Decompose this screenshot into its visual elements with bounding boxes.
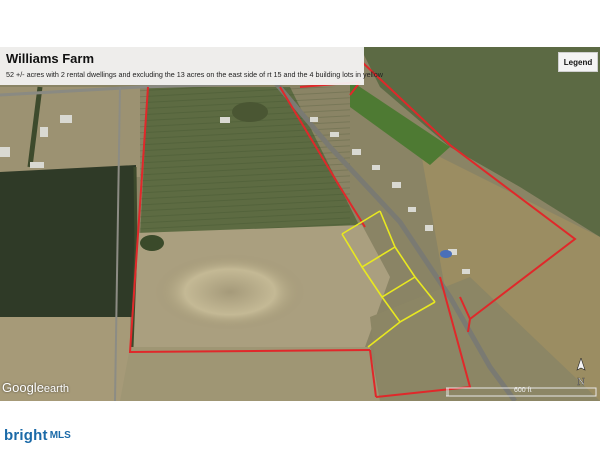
bright-logo-text: bright — [4, 427, 48, 444]
north-label: N — [577, 376, 585, 388]
satellite-map[interactable] — [0, 47, 600, 401]
bright-mls-logo: bright MLS — [4, 427, 71, 444]
field-south — [120, 347, 380, 401]
field-circle-mark — [155, 254, 305, 330]
north-arrow-icon: N — [576, 358, 586, 388]
scale-label: 600 ft — [514, 387, 532, 394]
google-earth-logo: Googleearth — [2, 380, 69, 395]
bright-logo-suffix: MLS — [49, 430, 71, 441]
tree-cluster — [232, 102, 268, 122]
google-earth-brand: Google — [2, 380, 44, 395]
blue-building — [440, 250, 452, 258]
map-subtitle: 52 +/- acres with 2 rental dwellings and… — [6, 70, 383, 79]
tree-cluster — [140, 235, 164, 251]
legend-button[interactable]: Legend — [558, 52, 598, 72]
google-earth-product: earth — [43, 383, 69, 395]
field-dark-west — [0, 165, 136, 319]
map-title: Williams Farm — [6, 51, 95, 66]
map-imagery — [0, 47, 600, 401]
title-card: Williams Farm 52 +/- acres with 2 rental… — [0, 47, 383, 85]
